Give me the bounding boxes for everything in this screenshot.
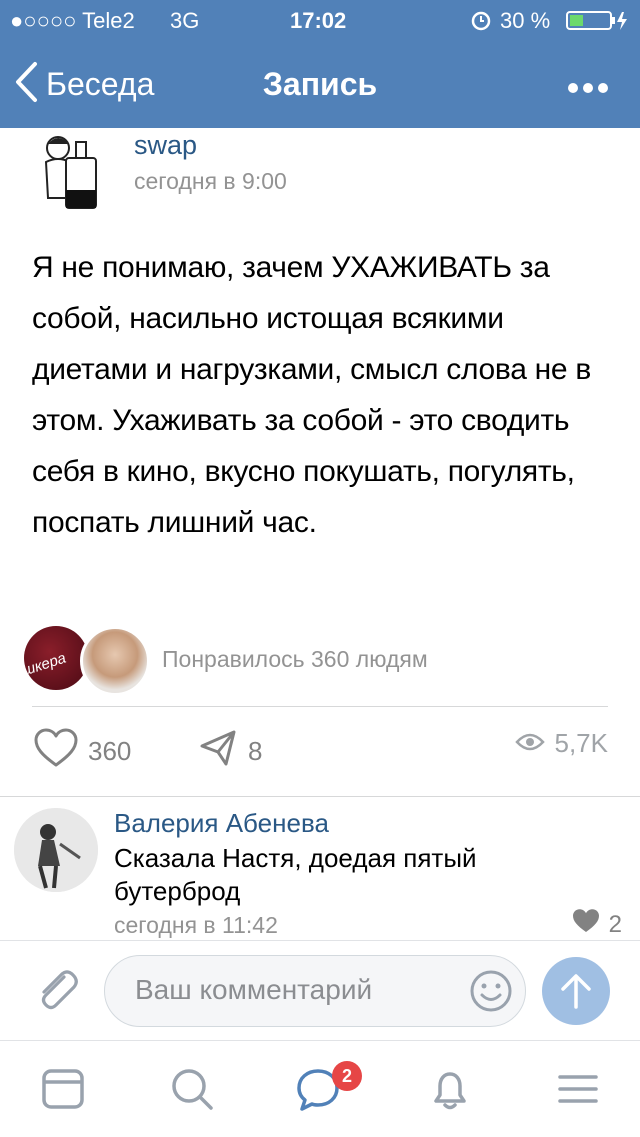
comment-author-name[interactable]: Валерия Абенева [114,808,329,839]
tab-notifications[interactable] [426,1065,474,1113]
share-icon [198,728,238,775]
comment-like-button[interactable]: 2 [571,908,622,941]
likes-count: 360 [88,736,132,766]
paperclip-icon[interactable] [34,967,80,1018]
messages-icon [294,1069,342,1117]
eye-icon [514,728,545,759]
tab-feed[interactable] [40,1065,88,1113]
divider [32,706,608,707]
more-icon [568,80,608,97]
clock: 17:02 [290,8,347,33]
comment-input-placeholder: Ваш комментарий [135,974,373,1005]
tab-bar: 2 [0,1040,640,1137]
heart-icon [571,908,601,941]
liker-avatar-label: шкера [20,649,69,680]
like-button[interactable]: 360 [34,728,131,775]
comment-composer: Ваш комментарий [0,940,640,1041]
page-title: Запись [262,66,378,102]
comment-input[interactable]: Ваш комментарий [104,955,526,1027]
tab-search[interactable] [168,1065,216,1113]
send-arrow-icon [560,973,592,1014]
share-button[interactable]: 8 [198,728,262,775]
post-text: Я не понимаю, зачем УХАЖИВАТЬ за собой, … [32,251,591,539]
feed-icon [40,1069,88,1117]
post-author-name[interactable]: swap [134,130,197,161]
status-bar: ●○○○○ Tele2 3G 17:02 30 % [0,0,640,40]
heart-icon [34,728,78,775]
views-count: 5,7K [554,728,609,758]
messages-badge: 2 [332,1061,362,1091]
battery-icon [566,11,630,37]
menu-icon [554,1075,602,1117]
reposts-count: 8 [248,736,263,766]
liked-by-row[interactable]: шкера Понравилось 360 людям [20,626,624,696]
notifications-icon [426,1072,474,1117]
network-label: 3G [170,8,200,33]
views-counter: 5,7K [514,728,609,759]
battery-percent: 30 % [500,8,551,33]
divider [0,796,640,797]
comment-text: Сказала Настя, доедая пятый бутерброд [114,843,477,906]
alarm-icon [470,9,492,37]
tab-menu[interactable] [554,1065,602,1113]
liker-avatar [80,626,150,696]
nav-bar: Беседа Запись [0,40,640,128]
post-actions: 360 8 5,7K [0,728,640,778]
liked-by-text: Понравилось 360 людям [162,646,428,672]
comment-likes-count: 2 [608,910,622,938]
liker-avatar: шкера [20,626,88,690]
post-date: сегодня в 9:00 [134,168,287,194]
post-author-avatar[interactable] [32,128,116,212]
comment-author-avatar[interactable] [14,808,98,892]
emoji-icon[interactable] [469,969,513,1018]
carrier-label: ●○○○○ Tele2 [10,8,135,33]
send-button[interactable] [542,957,610,1025]
search-icon [168,1069,216,1117]
more-button[interactable] [568,80,608,98]
comment-date: сегодня в 11:42 [114,912,278,938]
